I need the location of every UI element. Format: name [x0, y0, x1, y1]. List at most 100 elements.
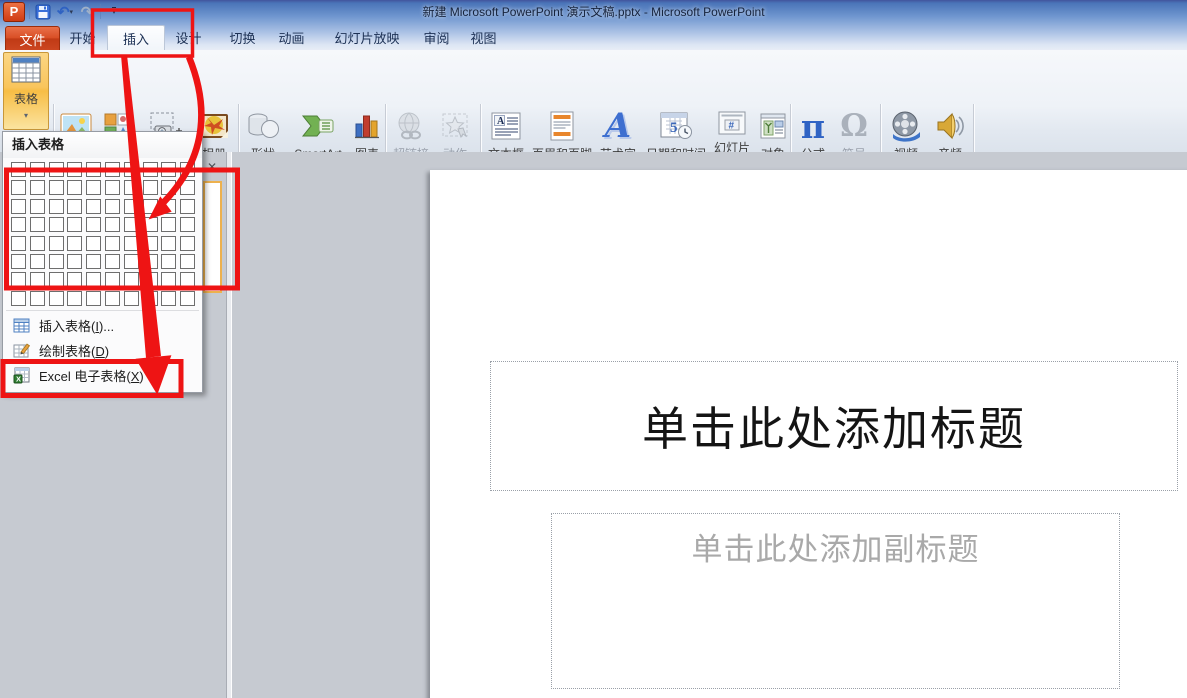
- table-grid-cell[interactable]: [161, 272, 176, 287]
- table-grid-cell[interactable]: [180, 217, 195, 232]
- menu-item-insert-table[interactable]: 插入表格(I)...: [4, 313, 201, 338]
- table-grid-cell[interactable]: [143, 272, 158, 287]
- table-grid-cell[interactable]: [86, 272, 101, 287]
- title-placeholder[interactable]: 单击此处添加标题: [490, 361, 1178, 491]
- table-grid-cell[interactable]: [11, 254, 26, 269]
- table-grid-cell[interactable]: [30, 272, 45, 287]
- table-grid-cell[interactable]: [86, 199, 101, 214]
- table-grid-cell[interactable]: [105, 236, 120, 251]
- table-grid-cell[interactable]: [180, 272, 195, 287]
- table-grid-cell[interactable]: [86, 254, 101, 269]
- table-grid-cell[interactable]: [105, 254, 120, 269]
- table-grid-cell[interactable]: [86, 162, 101, 177]
- table-grid-cell[interactable]: [105, 162, 120, 177]
- table-grid-cell[interactable]: [67, 180, 82, 195]
- table-grid-cell[interactable]: [180, 254, 195, 269]
- table-grid-cell[interactable]: [180, 162, 195, 177]
- menu-item-draw-table[interactable]: 绘制表格(D): [4, 338, 201, 363]
- table-grid-cell[interactable]: [86, 217, 101, 232]
- tab-review[interactable]: 审阅: [414, 25, 459, 50]
- table-grid-cell[interactable]: [49, 199, 64, 214]
- table-grid-cell[interactable]: [11, 162, 26, 177]
- table-grid-cell[interactable]: [11, 199, 26, 214]
- table-grid-cell[interactable]: [49, 291, 64, 306]
- table-grid-cell[interactable]: [67, 291, 82, 306]
- table-grid-cell[interactable]: [49, 180, 64, 195]
- tab-slideshow[interactable]: 幻灯片放映: [322, 25, 412, 50]
- tab-transitions[interactable]: 切换: [220, 25, 265, 50]
- table-grid-cell[interactable]: [180, 291, 195, 306]
- table-grid-cell[interactable]: [11, 291, 26, 306]
- table-grid-cell[interactable]: [124, 254, 139, 269]
- table-grid-cell[interactable]: [124, 162, 139, 177]
- table-grid-cell[interactable]: [143, 199, 158, 214]
- tab-insert[interactable]: 插入: [107, 25, 165, 51]
- tab-file[interactable]: 文件: [5, 26, 60, 51]
- table-grid-cell[interactable]: [180, 180, 195, 195]
- table-grid-cell[interactable]: [49, 162, 64, 177]
- redo-button[interactable]: ↷: [78, 3, 96, 21]
- table-grid-cell[interactable]: [124, 217, 139, 232]
- table-grid-cell[interactable]: [124, 180, 139, 195]
- table-grid-cell[interactable]: [49, 272, 64, 287]
- table-grid-cell[interactable]: [86, 180, 101, 195]
- table-grid-cell[interactable]: [161, 162, 176, 177]
- table-grid-cell[interactable]: [67, 217, 82, 232]
- table-grid-cell[interactable]: [180, 199, 195, 214]
- table-grid-cell[interactable]: [161, 199, 176, 214]
- table-grid-cell[interactable]: [11, 180, 26, 195]
- table-size-grid[interactable]: [11, 162, 195, 306]
- table-grid-cell[interactable]: [105, 272, 120, 287]
- table-button[interactable]: 表格 ▾: [3, 52, 49, 130]
- customize-quick-access-icon[interactable]: ▾: [105, 3, 123, 21]
- table-grid-cell[interactable]: [161, 180, 176, 195]
- table-grid-cell[interactable]: [143, 254, 158, 269]
- table-grid-cell[interactable]: [67, 199, 82, 214]
- close-slides-panel-icon[interactable]: ✕: [204, 159, 220, 174]
- table-grid-cell[interactable]: [161, 217, 176, 232]
- table-grid-cell[interactable]: [143, 162, 158, 177]
- tab-home[interactable]: 开始: [60, 25, 105, 50]
- slide-thumbnail[interactable]: [203, 181, 222, 293]
- table-grid-cell[interactable]: [49, 254, 64, 269]
- table-grid-cell[interactable]: [49, 217, 64, 232]
- table-grid-cell[interactable]: [143, 236, 158, 251]
- table-grid-cell[interactable]: [143, 180, 158, 195]
- table-grid-cell[interactable]: [30, 162, 45, 177]
- table-grid-cell[interactable]: [124, 291, 139, 306]
- table-grid-cell[interactable]: [86, 236, 101, 251]
- slide[interactable]: 单击此处添加标题 单击此处添加副标题: [430, 170, 1187, 698]
- table-grid-cell[interactable]: [180, 236, 195, 251]
- table-grid-cell[interactable]: [105, 217, 120, 232]
- table-grid-cell[interactable]: [86, 291, 101, 306]
- table-grid-cell[interactable]: [49, 236, 64, 251]
- table-grid-cell[interactable]: [67, 272, 82, 287]
- table-grid-cell[interactable]: [30, 291, 45, 306]
- table-grid-cell[interactable]: [105, 180, 120, 195]
- table-grid-cell[interactable]: [11, 236, 26, 251]
- table-grid-cell[interactable]: [11, 217, 26, 232]
- table-grid-cell[interactable]: [143, 291, 158, 306]
- table-grid-cell[interactable]: [30, 180, 45, 195]
- table-grid-cell[interactable]: [161, 254, 176, 269]
- table-grid-cell[interactable]: [143, 217, 158, 232]
- table-grid-cell[interactable]: [161, 236, 176, 251]
- table-grid-cell[interactable]: [105, 199, 120, 214]
- table-grid-cell[interactable]: [30, 199, 45, 214]
- menu-item-excel-spreadsheet[interactable]: X Excel 电子表格(X): [4, 363, 201, 388]
- table-grid-cell[interactable]: [124, 236, 139, 251]
- save-icon[interactable]: [34, 3, 52, 21]
- table-grid-cell[interactable]: [30, 217, 45, 232]
- tab-design[interactable]: 设计: [166, 25, 211, 50]
- table-grid-cell[interactable]: [11, 272, 26, 287]
- table-grid-cell[interactable]: [67, 162, 82, 177]
- undo-button[interactable]: ↶ ▾: [56, 3, 74, 21]
- tab-view[interactable]: 视图: [461, 25, 506, 50]
- powerpoint-logo-icon[interactable]: P: [3, 2, 25, 22]
- subtitle-placeholder[interactable]: 单击此处添加副标题: [551, 513, 1120, 689]
- table-grid-cell[interactable]: [30, 236, 45, 251]
- table-grid-cell[interactable]: [124, 199, 139, 214]
- table-grid-cell[interactable]: [124, 272, 139, 287]
- table-grid-cell[interactable]: [67, 236, 82, 251]
- table-grid-cell[interactable]: [161, 291, 176, 306]
